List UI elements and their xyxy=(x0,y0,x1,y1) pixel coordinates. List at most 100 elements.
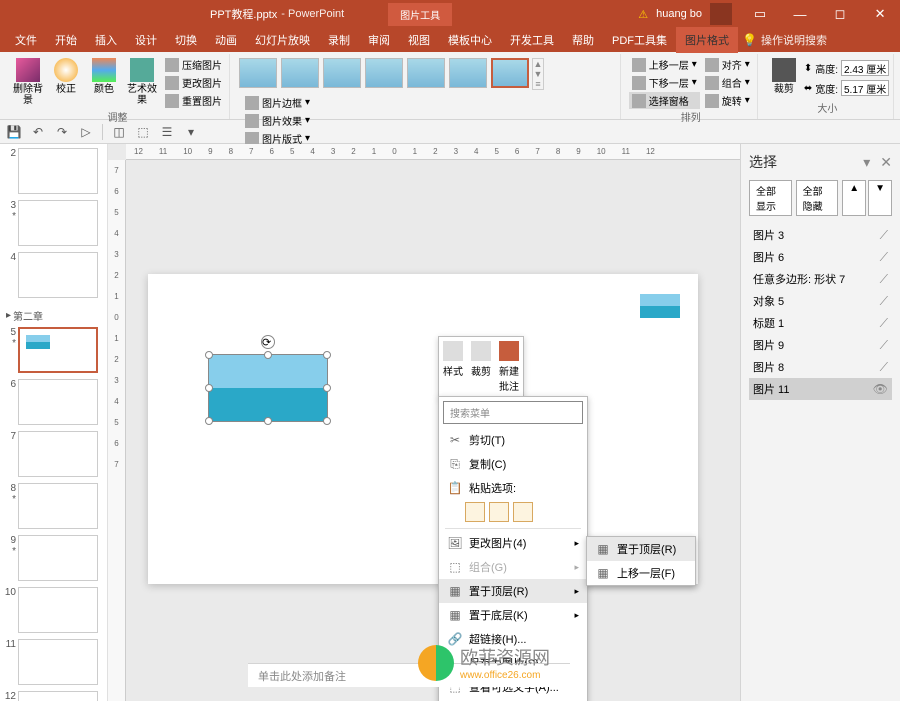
tab-design[interactable]: 设计 xyxy=(126,27,166,53)
tab-picture-format[interactable]: 图片格式 xyxy=(676,27,738,53)
paste-option-3[interactable] xyxy=(513,502,533,522)
ctx-send-to-back[interactable]: ▦置于底层(K)▸ xyxy=(439,603,587,627)
crop-button[interactable]: 裁剪 xyxy=(766,56,802,97)
slide-thumb-10[interactable] xyxy=(18,587,98,633)
slide-thumb-5[interactable] xyxy=(18,327,98,373)
visibility-toggle-icon[interactable]: ⟋ xyxy=(880,360,888,375)
maximize-button[interactable]: ◻ xyxy=(820,0,860,28)
selection-item[interactable]: 图片 6⟋ xyxy=(749,246,892,268)
selection-item[interactable]: 标题 1⟋ xyxy=(749,312,892,334)
artistic-effects-button[interactable]: 艺术效果 xyxy=(124,56,160,108)
slide-thumb-12[interactable] xyxy=(18,691,98,701)
selection-item[interactable]: 图片 3⟋ xyxy=(749,224,892,246)
resize-handle-ne[interactable] xyxy=(323,351,331,359)
picture-style-1[interactable] xyxy=(239,58,277,88)
tab-pdf[interactable]: PDF工具集 xyxy=(603,27,676,53)
resize-handle-n[interactable] xyxy=(264,351,272,359)
tab-developer[interactable]: 开发工具 xyxy=(501,27,563,53)
resize-handle-nw[interactable] xyxy=(205,351,213,359)
selection-item[interactable]: 图片 11👁 xyxy=(749,378,892,400)
picture-effects-button[interactable]: 图片效果 ▾ xyxy=(242,112,313,129)
slide-thumb-8[interactable] xyxy=(18,483,98,529)
qat-more[interactable]: ▾ xyxy=(183,124,199,140)
styles-more[interactable]: ≡ xyxy=(533,79,543,89)
ctx-change-picture[interactable]: 🖼更改图片(4)▸ xyxy=(439,531,587,555)
tab-view[interactable]: 视图 xyxy=(399,27,439,53)
resize-handle-e[interactable] xyxy=(323,384,331,392)
section-label[interactable]: ▸ 第二章 xyxy=(4,304,103,327)
tab-file[interactable]: 文件 xyxy=(6,27,46,53)
tab-review[interactable]: 审阅 xyxy=(359,27,399,53)
tab-record[interactable]: 录制 xyxy=(319,27,359,53)
show-all-button[interactable]: 全部显示 xyxy=(749,180,792,216)
slide-thumb-7[interactable] xyxy=(18,431,98,477)
hide-all-button[interactable]: 全部隐藏 xyxy=(796,180,839,216)
send-backward-button[interactable]: 下移一层 ▾ xyxy=(629,74,700,91)
compress-pictures-button[interactable]: 压缩图片 xyxy=(162,56,225,73)
picture-style-6[interactable] xyxy=(449,58,487,88)
ctx-cut[interactable]: ✂剪切(T) xyxy=(439,428,587,452)
undo-button[interactable]: ↶ xyxy=(30,124,46,140)
tab-slideshow[interactable]: 幻灯片放映 xyxy=(246,27,319,53)
resize-handle-s[interactable] xyxy=(264,417,272,425)
picture-style-5[interactable] xyxy=(407,58,445,88)
picture-style-3[interactable] xyxy=(323,58,361,88)
slide-thumb-2[interactable] xyxy=(18,148,98,194)
picture-border-button[interactable]: 图片边框 ▾ xyxy=(242,94,313,111)
canvas-area[interactable]: 1211109876543210123456789101112 76543210… xyxy=(108,144,740,701)
visibility-toggle-icon[interactable]: ⟋ xyxy=(880,316,888,331)
slide-thumb-11[interactable] xyxy=(18,639,98,685)
paste-option-1[interactable] xyxy=(465,502,485,522)
reset-picture-button[interactable]: 重置图片 xyxy=(162,92,225,109)
rotate-button[interactable]: 旋转 ▾ xyxy=(702,92,753,109)
tab-templates[interactable]: 模板中心 xyxy=(439,27,501,53)
selection-pane-close[interactable]: ✕ xyxy=(880,154,892,171)
slide-thumb-3[interactable] xyxy=(18,200,98,246)
slide-panel[interactable]: 2 3* 4 ▸ 第二章 5* 6 7 8* 9* 10 11 12 13 xyxy=(0,144,108,701)
move-up-button[interactable]: ▲ xyxy=(842,180,866,216)
color-button[interactable]: 颜色 xyxy=(86,56,122,97)
submenu-bring-forward[interactable]: ▦上移一层(F) xyxy=(587,561,695,585)
move-down-button[interactable]: ▼ xyxy=(868,180,892,216)
mini-crop-button[interactable]: 裁剪 xyxy=(471,341,491,393)
avatar[interactable] xyxy=(710,3,732,25)
selection-item[interactable]: 任意多边形: 形状 7⟋ xyxy=(749,268,892,290)
mini-new-comment-button[interactable]: 新建 批注 xyxy=(499,341,519,393)
visibility-toggle-icon[interactable]: ⟋ xyxy=(880,338,888,353)
tab-help[interactable]: 帮助 xyxy=(563,27,603,53)
visibility-toggle-icon[interactable]: 👁 xyxy=(873,382,888,396)
start-slideshow-button[interactable]: ▷ xyxy=(78,124,94,140)
group-button[interactable]: 组合 ▾ xyxy=(702,74,753,91)
selection-item[interactable]: 图片 9⟋ xyxy=(749,334,892,356)
mini-style-button[interactable]: 样式 xyxy=(443,341,463,393)
selected-image[interactable]: ⟳ xyxy=(208,354,328,422)
tab-animations[interactable]: 动画 xyxy=(206,27,246,53)
slide-thumb-9[interactable] xyxy=(18,535,98,581)
visibility-toggle-icon[interactable]: ⟋ xyxy=(880,250,888,265)
styles-scroll-down[interactable]: ▼ xyxy=(533,69,543,79)
tab-transitions[interactable]: 切换 xyxy=(166,27,206,53)
tab-home[interactable]: 开始 xyxy=(46,27,86,53)
bring-forward-button[interactable]: 上移一层 ▾ xyxy=(629,56,700,73)
align-button[interactable]: 对齐 ▾ xyxy=(702,56,753,73)
corrections-button[interactable]: 校正 xyxy=(48,56,84,97)
selection-item[interactable]: 图片 8⟋ xyxy=(749,356,892,378)
picture-style-4[interactable] xyxy=(365,58,403,88)
selection-item[interactable]: 对象 5⟋ xyxy=(749,290,892,312)
ribbon-options-button[interactable]: ▭ xyxy=(740,0,780,28)
paste-option-2[interactable] xyxy=(489,502,509,522)
height-input[interactable] xyxy=(841,60,889,76)
styles-scroll-up[interactable]: ▲ xyxy=(533,59,543,69)
submenu-bring-to-front[interactable]: ▦置于顶层(R) xyxy=(587,537,695,561)
resize-handle-w[interactable] xyxy=(205,384,213,392)
resize-handle-se[interactable] xyxy=(323,417,331,425)
ctx-copy[interactable]: ⎘复制(C) xyxy=(439,452,587,476)
selection-pane-dropdown[interactable]: ▾ xyxy=(863,154,870,171)
resize-handle-sw[interactable] xyxy=(205,417,213,425)
visibility-toggle-icon[interactable]: ⟋ xyxy=(880,272,888,287)
ctx-bring-to-front[interactable]: ▦置于顶层(R)▸ xyxy=(439,579,587,603)
change-picture-button[interactable]: 更改图片 xyxy=(162,74,225,91)
redo-button[interactable]: ↷ xyxy=(54,124,70,140)
picture-style-7[interactable] xyxy=(491,58,529,88)
selection-pane-button[interactable]: 选择窗格 xyxy=(629,92,700,109)
